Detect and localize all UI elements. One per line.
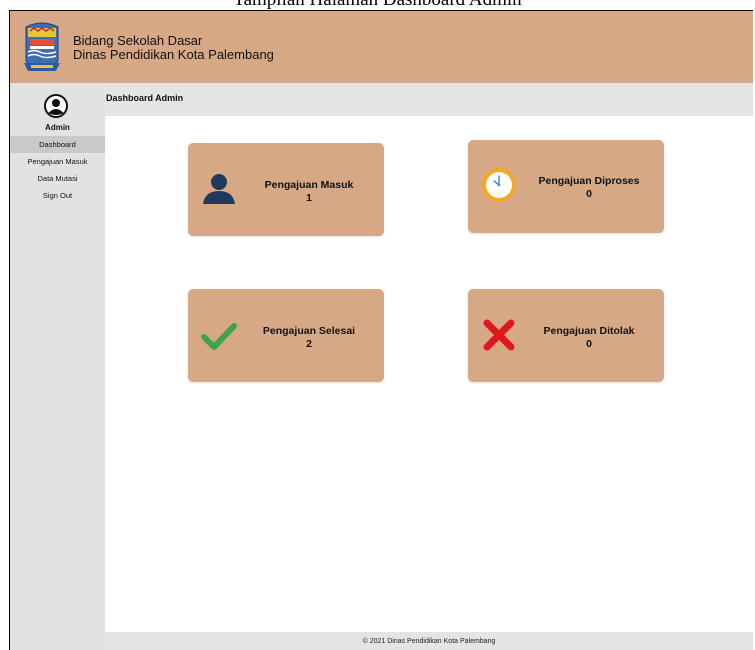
sidebar-user-label: Admin [45,123,70,132]
card-title: Pengajuan Diproses [538,175,640,187]
card-count: 2 [306,338,312,350]
card-title: Pengajuan Ditolak [543,325,635,337]
card-pengajuan-ditolak[interactable]: Pengajuan Ditolak 0 [468,289,664,382]
card-title: Pengajuan Masuk [264,179,354,191]
page-title: Dashboard Admin [106,93,184,103]
header-line-1: Bidang Sekolah Dasar [73,33,203,48]
card-pengajuan-selesai[interactable]: Pengajuan Selesai 2 [188,289,384,382]
palembang-emblem-icon [24,22,60,71]
footer: © 2021 Dinas Pendidikan Kota Palembang [105,632,753,650]
header-line-2: Dinas Pendidikan Kota Palembang [73,47,274,62]
card-count: 0 [586,188,592,200]
user-avatar-icon [44,94,68,118]
check-icon [201,323,237,350]
user-icon [203,174,235,204]
card-pengajuan-masuk[interactable]: Pengajuan Masuk 1 [188,143,384,236]
card-label: Pengajuan Selesai 2 [238,325,380,351]
header: Bidang Sekolah Dasar Dinas Pendidikan Ko… [10,11,753,83]
header-title: Bidang Sekolah Dasar Dinas Pendidikan Ko… [73,34,274,62]
sidebar-item-pengajuan-masuk[interactable]: Pengajuan Masuk [10,153,105,170]
cross-icon [483,319,515,351]
card-count: 1 [306,192,312,204]
card-pengajuan-diproses[interactable]: Pengajuan Diproses 0 [468,140,664,233]
card-title: Pengajuan Selesai [262,325,356,337]
document-caption: Tampilan Halaman Dashboard Admin [0,0,755,10]
app-window: Bidang Sekolah Dasar Dinas Pendidikan Ko… [9,10,753,650]
sidebar-nav: Dashboard Pengajuan Masuk Data Mutasi Si… [10,136,105,204]
dashboard-content: Pengajuan Masuk 1 Pengajuan Diproses 0 P… [105,116,753,632]
card-label: Pengajuan Diproses 0 [518,175,660,201]
card-label: Pengajuan Masuk 1 [238,179,380,205]
card-count: 0 [586,338,592,350]
caption-text: Tampilan Halaman Dashboard Admin [0,0,755,10]
clock-icon [482,168,516,202]
sidebar: Admin Dashboard Pengajuan Masuk Data Mut… [10,83,105,650]
page-title-bar: Dashboard Admin [105,83,753,116]
sidebar-item-data-mutasi[interactable]: Data Mutasi [10,170,105,187]
sidebar-item-sign-out[interactable]: Sign Out [10,187,105,204]
sidebar-item-dashboard[interactable]: Dashboard [10,136,105,153]
card-label: Pengajuan Ditolak 0 [518,325,660,351]
